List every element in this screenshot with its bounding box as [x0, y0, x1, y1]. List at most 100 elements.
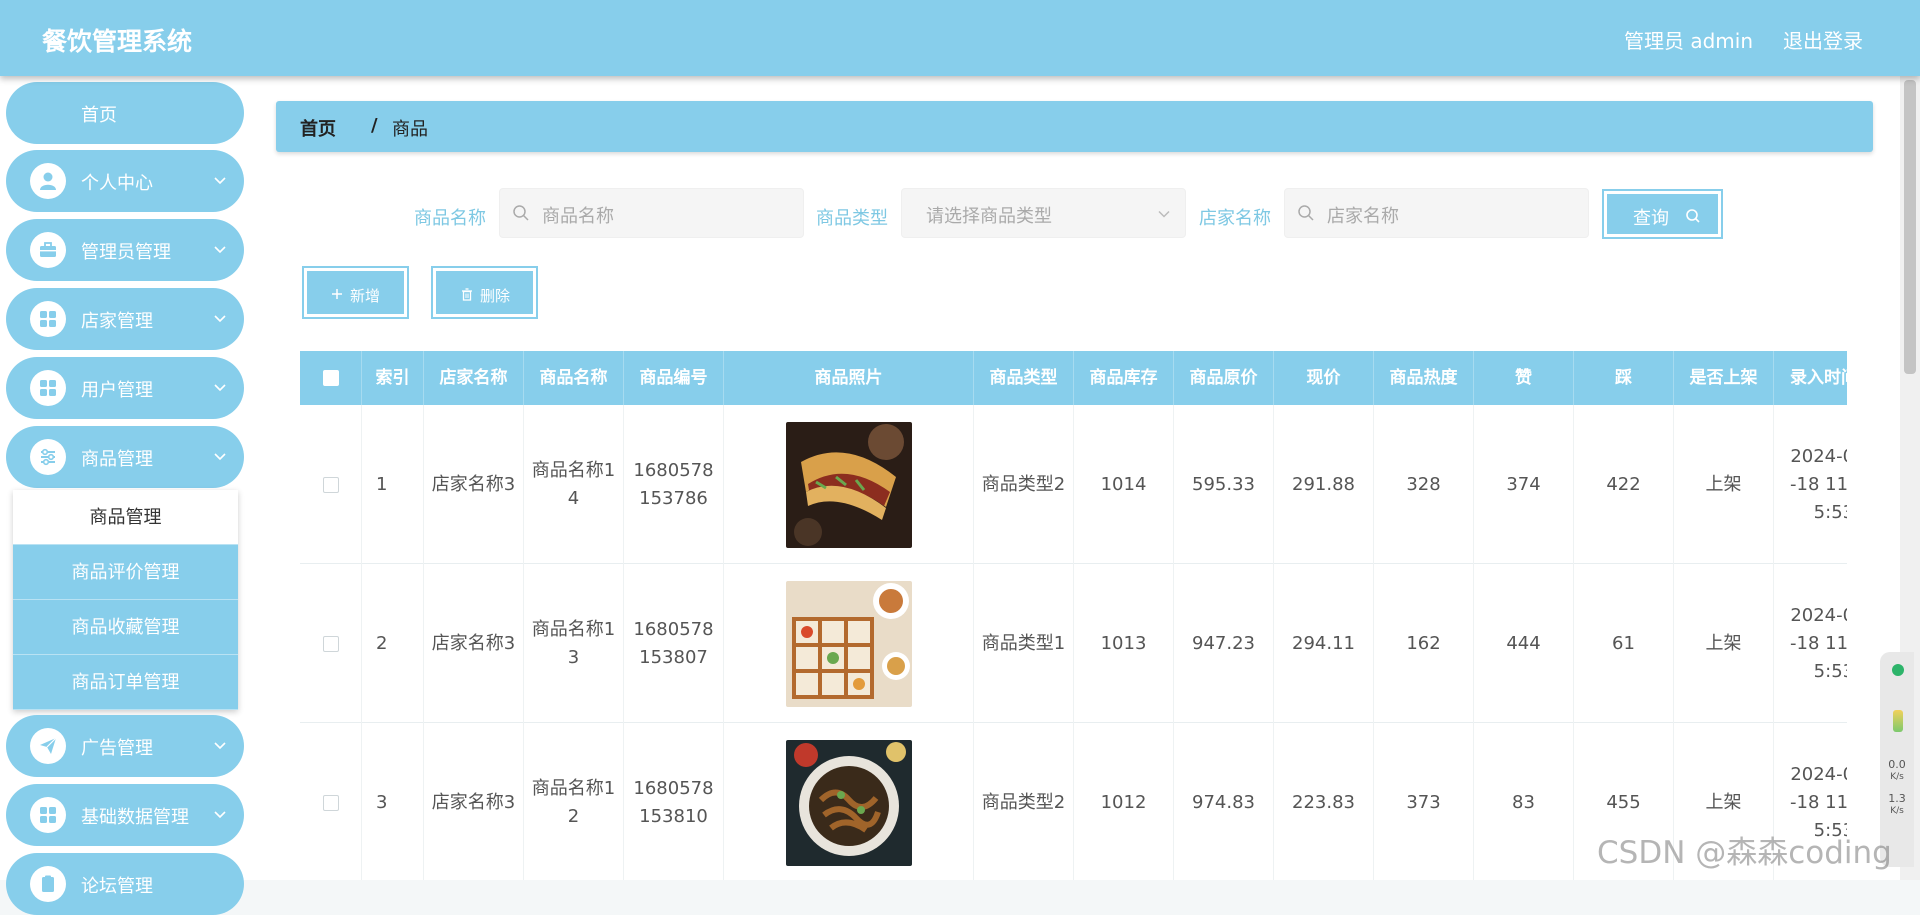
table-row[interactable]: 2 店家名称3 商品名称13 1680578153807 商品类型1 1013 …: [300, 564, 1847, 723]
cell-shop: 店家名称3: [424, 564, 524, 723]
column-header[interactable]: 商品库存: [1074, 351, 1174, 405]
delete-button[interactable]: 删除: [431, 266, 538, 319]
cell-photo: [724, 405, 974, 564]
row-select-cell: [300, 723, 362, 880]
product-type-select[interactable]: 请选择商品类型: [901, 188, 1186, 238]
column-header[interactable]: 店家名称: [424, 351, 524, 405]
submenu-item-product-reviews[interactable]: 商品评价管理: [13, 545, 238, 600]
download-unit: K/s: [1890, 806, 1904, 816]
product-type-label: 商品类型: [816, 208, 888, 229]
sidebar-item-label: 个人中心: [81, 173, 153, 194]
sidebar-item-ad-management[interactable]: 广告管理: [6, 715, 244, 777]
cell-heat: 328: [1374, 405, 1474, 564]
input-placeholder: 店家名称: [1327, 206, 1399, 227]
cell-index: 1: [362, 405, 424, 564]
sidebar-item-base-data-management[interactable]: 基础数据管理: [6, 784, 244, 846]
cell-dislikes: 422: [1574, 405, 1674, 564]
cell-price: 223.83: [1274, 723, 1374, 880]
column-header[interactable]: 索引: [362, 351, 424, 405]
cell-text: 1680578153807: [633, 618, 714, 668]
column-header[interactable]: 是否上架: [1674, 351, 1774, 405]
cell-on-sale: 上架: [1674, 405, 1774, 564]
column-header[interactable]: 踩: [1574, 351, 1674, 405]
send-icon: [30, 728, 66, 764]
add-button-label: 新增: [350, 287, 381, 305]
product-name-input[interactable]: 商品名称: [499, 188, 804, 238]
cell-stock: 1012: [1074, 723, 1174, 880]
cell-photo: [724, 564, 974, 723]
cell-index: 2: [362, 564, 424, 723]
submenu-item-product-favorites[interactable]: 商品收藏管理: [13, 600, 238, 655]
product-name-label: 商品名称: [414, 208, 486, 229]
product-photo-noodles[interactable]: [785, 739, 912, 866]
query-button[interactable]: 查询: [1602, 189, 1723, 239]
select-all-checkbox[interactable]: [322, 370, 339, 386]
add-button[interactable]: 新增: [302, 266, 409, 319]
cell-type: 商品类型2: [974, 405, 1074, 564]
column-header[interactable]: 商品类型: [974, 351, 1074, 405]
cell-time: 2024-0 -18 11: 5:53: [1774, 405, 1847, 564]
chevron-down-icon: [214, 246, 226, 254]
sidebar-item-label: 商品管理: [81, 449, 153, 470]
cell-type: 商品类型2: [974, 723, 1074, 880]
cell-type: 商品类型1: [974, 564, 1074, 723]
query-button-label: 查询: [1633, 208, 1669, 229]
cell-text: 商品名称13: [531, 618, 616, 668]
sidebar-item-shop-management[interactable]: 店家管理: [6, 288, 244, 350]
column-header[interactable]: 商品名称: [524, 351, 624, 405]
sliders-icon: [30, 439, 66, 475]
sidebar-item-label: 店家管理: [81, 311, 153, 332]
column-header[interactable]: 录入时间: [1774, 351, 1847, 405]
sidebar-item-home[interactable]: 首页: [6, 82, 244, 144]
sidebar-item-admin-management[interactable]: 管理员管理: [6, 219, 244, 281]
cell-likes: 83: [1474, 723, 1574, 880]
sidebar-item-label: 首页: [81, 105, 117, 126]
product-submenu: 商品管理 商品评价管理 商品收藏管理 商品订单管理: [13, 490, 238, 710]
battery-icon: [1893, 710, 1903, 732]
cell-name: 商品名称13: [524, 564, 624, 723]
table-row[interactable]: 1 店家名称3 商品名称14 1680578153786 商品类型2 1014 …: [300, 405, 1847, 564]
product-photo-bento[interactable]: [785, 580, 912, 707]
clipboard-icon: [30, 866, 66, 902]
search-icon: [1686, 209, 1700, 223]
sidebar-item-user-management[interactable]: 用户管理: [6, 357, 244, 419]
cell-text: 店家名称3: [431, 473, 516, 495]
current-user: 管理员 admin: [1623, 29, 1753, 53]
submenu-item-product-management[interactable]: 商品管理: [13, 490, 238, 545]
column-header[interactable]: 商品编号: [624, 351, 724, 405]
logout-link[interactable]: 退出登录: [1783, 25, 1863, 54]
cell-text: 1680578153786: [633, 459, 714, 509]
grid-icon: [30, 797, 66, 833]
status-dot-icon: [1892, 664, 1904, 676]
sidebar-item-personal-center[interactable]: 个人中心: [6, 150, 244, 212]
column-header[interactable]: 赞: [1474, 351, 1574, 405]
sidebar-item-forum-management[interactable]: 论坛管理: [6, 853, 244, 915]
submenu-item-product-orders[interactable]: 商品订单管理: [13, 655, 238, 710]
row-checkbox[interactable]: [322, 635, 339, 652]
shop-name-input[interactable]: 店家名称: [1284, 188, 1589, 238]
chevron-down-icon: [214, 384, 226, 392]
row-checkbox[interactable]: [322, 794, 339, 811]
chevron-down-icon: [214, 811, 226, 819]
cell-shop: 店家名称3: [424, 405, 524, 564]
product-photo-sandwich[interactable]: [785, 421, 912, 548]
product-table: 索引 店家名称 商品名称 商品编号 商品照片 商品类型 商品库存 商品原价 现价…: [300, 351, 1847, 880]
select-placeholder: 请选择商品类型: [926, 206, 1052, 227]
sidebar-item-product-management[interactable]: 商品管理: [6, 426, 244, 488]
upload-unit: K/s: [1890, 772, 1904, 782]
grid-icon: [30, 301, 66, 337]
breadcrumb-current: 商品: [392, 119, 428, 140]
column-header[interactable]: 商品照片: [724, 351, 974, 405]
cell-code: 1680578153810: [624, 723, 724, 880]
row-checkbox[interactable]: [322, 476, 339, 493]
row-select-cell: [300, 564, 362, 723]
top-header: 餐饮管理系统 管理员 admin 退出登录: [0, 0, 1920, 76]
column-header[interactable]: 现价: [1274, 351, 1374, 405]
delete-button-label: 删除: [480, 287, 511, 305]
scrollbar-thumb[interactable]: [1904, 80, 1916, 374]
cell-photo: [724, 723, 974, 880]
breadcrumb-home[interactable]: 首页: [300, 115, 336, 141]
watermark: CSDN @森森coding: [1597, 835, 1892, 871]
column-header[interactable]: 商品热度: [1374, 351, 1474, 405]
column-header[interactable]: 商品原价: [1174, 351, 1274, 405]
